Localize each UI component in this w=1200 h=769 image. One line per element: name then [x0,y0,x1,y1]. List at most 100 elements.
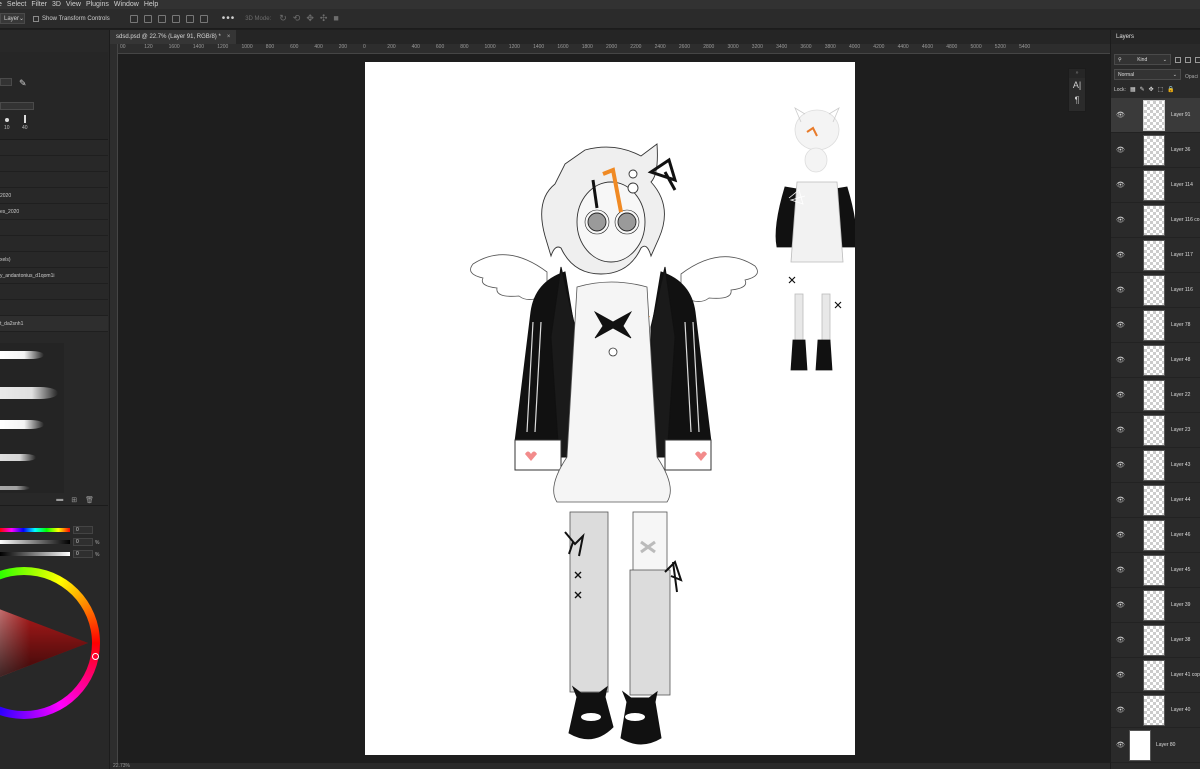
layer-name[interactable]: Layer 45 [1171,567,1190,573]
menu-help[interactable]: Help [144,0,163,9]
list-item[interactable]: xels) [0,252,108,268]
layer-name[interactable]: Layer 44 [1171,497,1190,503]
lock-position-icon[interactable]: ✥ [1149,86,1154,93]
list-item[interactable] [0,140,108,156]
layer-row[interactable]: 👁 Layer 117 [1111,238,1200,273]
align-right-icon[interactable] [199,14,208,23]
brush-tip-small-icon[interactable] [5,118,9,122]
orbit-3d-icon[interactable]: ↻ [279,13,287,24]
layer-row[interactable]: 👁 Layer 38 [1111,623,1200,658]
trash-icon[interactable]: 🗑 [85,496,94,504]
menu-edit[interactable]: e [0,0,7,9]
eye-icon[interactable]: 👁 [1116,356,1125,364]
layer-name[interactable]: Layer 116 co [1171,217,1200,223]
brush-size-field[interactable] [0,78,12,86]
list-item[interactable]: es_2020 [0,204,108,220]
opacity-label[interactable]: Opaci [1185,71,1198,82]
menu-select[interactable]: Select [7,0,31,9]
layer-name[interactable]: Layer 22 [1171,392,1190,398]
pixel-filter-icon[interactable] [1175,56,1181,63]
layer-row[interactable]: 👁 Layer 40 [1111,693,1200,728]
eye-icon[interactable]: 👁 [1116,181,1125,189]
list-item[interactable] [0,284,108,300]
adjustment-filter-icon[interactable] [1185,56,1191,63]
hue-slider[interactable] [0,528,70,532]
eye-icon[interactable]: 👁 [1116,496,1125,504]
eye-icon[interactable]: 👁 [1116,566,1125,574]
list-item[interactable]: t_da2snh1 [0,316,108,332]
list-item[interactable]: 2020 [0,188,108,204]
align-hcenter-icon[interactable] [185,14,194,23]
eye-icon[interactable]: 👁 [1116,601,1125,609]
menu-view[interactable]: View [66,0,86,9]
layer-row[interactable]: 👁 Layer 36 [1111,133,1200,168]
brightness-slider[interactable] [0,552,70,556]
align-vcenter-icon[interactable] [157,14,166,23]
layer-row[interactable]: 👁 Layer 23 [1111,413,1200,448]
add-icon[interactable]: ⊞ [71,496,77,504]
saturation-slider[interactable] [0,540,70,544]
align-bottom-icon[interactable] [171,14,180,23]
list-item[interactable] [0,172,108,188]
eye-icon[interactable]: 👁 [1116,741,1125,749]
eye-icon[interactable]: 👁 [1116,111,1125,119]
document-tab[interactable]: sdsd.psd @ 22.7% (Layer 91, RGB/8) * × [110,30,237,44]
paragraph-panel-icon[interactable]: ¶ [1069,93,1085,108]
list-item[interactable] [0,156,108,172]
layer-name[interactable]: Layer 114 [1171,182,1193,188]
brush-tip-large-icon[interactable] [24,115,26,123]
layer-name[interactable]: Layer 39 [1171,602,1190,608]
layer-row[interactable]: 👁 Layer 78 [1111,308,1200,343]
lock-all-icon[interactable]: 🔒 [1167,86,1174,93]
layer-row[interactable]: 👁 Layer 48 [1111,343,1200,378]
lock-image-icon[interactable]: ✎ [1140,86,1145,93]
eye-icon[interactable]: 👁 [1116,251,1125,259]
brush-stroke-preview[interactable] [0,486,30,490]
vertical-ruler[interactable] [110,44,118,769]
layer-row[interactable]: 👁 Layer 45 [1111,553,1200,588]
brush-stroke-preview[interactable] [0,420,44,429]
layer-row[interactable]: 👁 Layer 41 cop [1111,658,1200,693]
eye-icon[interactable]: 👁 [1116,426,1125,434]
auto-select-dropdown[interactable]: Layer ⌄ [0,13,25,24]
layer-row[interactable]: 👁 Layer 44 [1111,483,1200,518]
layer-name[interactable]: Layer 46 [1171,532,1190,538]
eye-icon[interactable]: 👁 [1116,636,1125,644]
layer-row[interactable]: 👁 Layer 116 [1111,273,1200,308]
layer-name[interactable]: Layer 43 [1171,462,1190,468]
brush-stroke-preview[interactable] [0,351,44,359]
layer-row[interactable]: 👁 Layer 43 [1111,448,1200,483]
menu-3d[interactable]: 3D [52,0,66,9]
layer-name[interactable]: Layer 91 [1171,112,1190,118]
layer-name[interactable]: Layer 48 [1171,357,1190,363]
layer-name[interactable]: Layer 41 cop [1171,672,1200,678]
saturation-value[interactable]: 0 [73,538,93,546]
align-top-icon[interactable] [143,14,152,23]
list-item[interactable]: y_andantonius_d1qom1i [0,268,108,284]
layer-row[interactable]: 👁 Layer 39 [1111,588,1200,623]
layer-row[interactable]: 👁 Layer 80 [1111,728,1200,763]
menu-plugins[interactable]: Plugins [86,0,114,9]
brightness-value[interactable]: 0 [73,550,93,558]
folder-icon[interactable]: ▬ [56,496,63,503]
type-filter-icon[interactable] [1195,56,1200,63]
eye-icon[interactable]: 👁 [1116,321,1125,329]
eye-icon[interactable]: 👁 [1116,531,1125,539]
layer-name[interactable]: Layer 23 [1171,427,1190,433]
document-canvas[interactable] [365,62,855,755]
list-item[interactable] [0,220,108,236]
menu-window[interactable]: Window [114,0,144,9]
layer-name[interactable]: Layer 36 [1171,147,1190,153]
layer-kind-filter[interactable]: ⚲ Kind ⌄ [1114,54,1171,65]
roll-3d-icon[interactable]: ⟲ [293,13,301,24]
layers-tab[interactable]: Layers [1111,30,1200,44]
menu-filter[interactable]: Filter [31,0,52,9]
brush-stroke-preview[interactable] [0,387,58,399]
eye-icon[interactable]: 👁 [1116,286,1125,294]
layer-name[interactable]: Layer 78 [1171,322,1190,328]
align-left-icon[interactable] [129,14,138,23]
eye-icon[interactable]: 👁 [1116,146,1125,154]
layer-name[interactable]: Layer 38 [1171,637,1190,643]
slide-3d-icon[interactable]: ✣ [320,13,328,24]
close-icon[interactable]: × [227,34,231,40]
